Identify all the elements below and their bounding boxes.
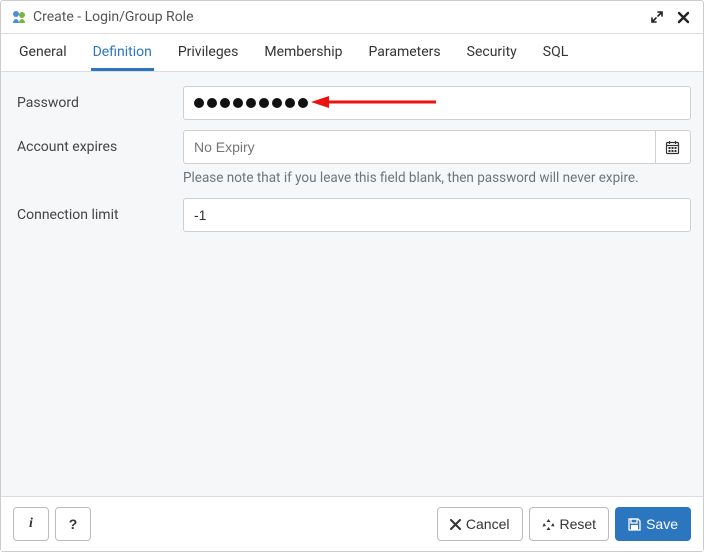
- create-login-group-role-dialog: Create - Login/Group Role General Defini…: [0, 0, 704, 552]
- password-label: Password: [13, 95, 183, 111]
- tab-security[interactable]: Security: [465, 34, 519, 71]
- help-button[interactable]: ?: [55, 507, 91, 541]
- login-role-icon: [11, 9, 27, 25]
- help-icon: ?: [69, 516, 78, 532]
- calendar-icon[interactable]: [656, 130, 691, 164]
- tab-sql[interactable]: SQL: [541, 34, 570, 71]
- tab-parameters[interactable]: Parameters: [367, 34, 443, 71]
- account-expires-input[interactable]: [183, 130, 656, 164]
- tab-general[interactable]: General: [17, 34, 69, 71]
- connection-limit-row: Connection limit: [13, 198, 691, 232]
- dialog-footer: i ? Cancel Reset: [1, 496, 703, 551]
- account-expires-help: Please note that if you leave this field…: [183, 170, 691, 186]
- save-button[interactable]: Save: [615, 507, 691, 541]
- dialog-title: Create - Login/Group Role: [33, 9, 641, 25]
- reset-button[interactable]: Reset: [529, 507, 610, 541]
- tabs: General Definition Privileges Membership…: [1, 34, 703, 72]
- reset-label: Reset: [560, 516, 597, 532]
- password-input[interactable]: [183, 86, 691, 120]
- close-icon[interactable]: [673, 7, 693, 27]
- tab-privileges[interactable]: Privileges: [176, 34, 241, 71]
- titlebar: Create - Login/Group Role: [1, 1, 703, 34]
- connection-limit-label: Connection limit: [13, 207, 183, 223]
- account-expires-row: Account expires: [13, 130, 691, 164]
- recycle-icon: [542, 518, 555, 531]
- cancel-label: Cancel: [466, 516, 510, 532]
- info-button[interactable]: i: [13, 507, 49, 541]
- expand-icon[interactable]: [647, 7, 667, 27]
- account-expires-label: Account expires: [13, 139, 183, 155]
- connection-limit-input[interactable]: [183, 198, 691, 232]
- tab-membership[interactable]: Membership: [262, 34, 344, 71]
- save-label: Save: [646, 516, 678, 532]
- dialog-body: Password Account expires: [1, 72, 703, 496]
- info-icon: i: [29, 516, 33, 532]
- password-row: Password: [13, 86, 691, 120]
- close-icon: [450, 519, 461, 530]
- tab-definition[interactable]: Definition: [91, 34, 154, 71]
- save-icon: [628, 518, 641, 531]
- cancel-button[interactable]: Cancel: [437, 507, 523, 541]
